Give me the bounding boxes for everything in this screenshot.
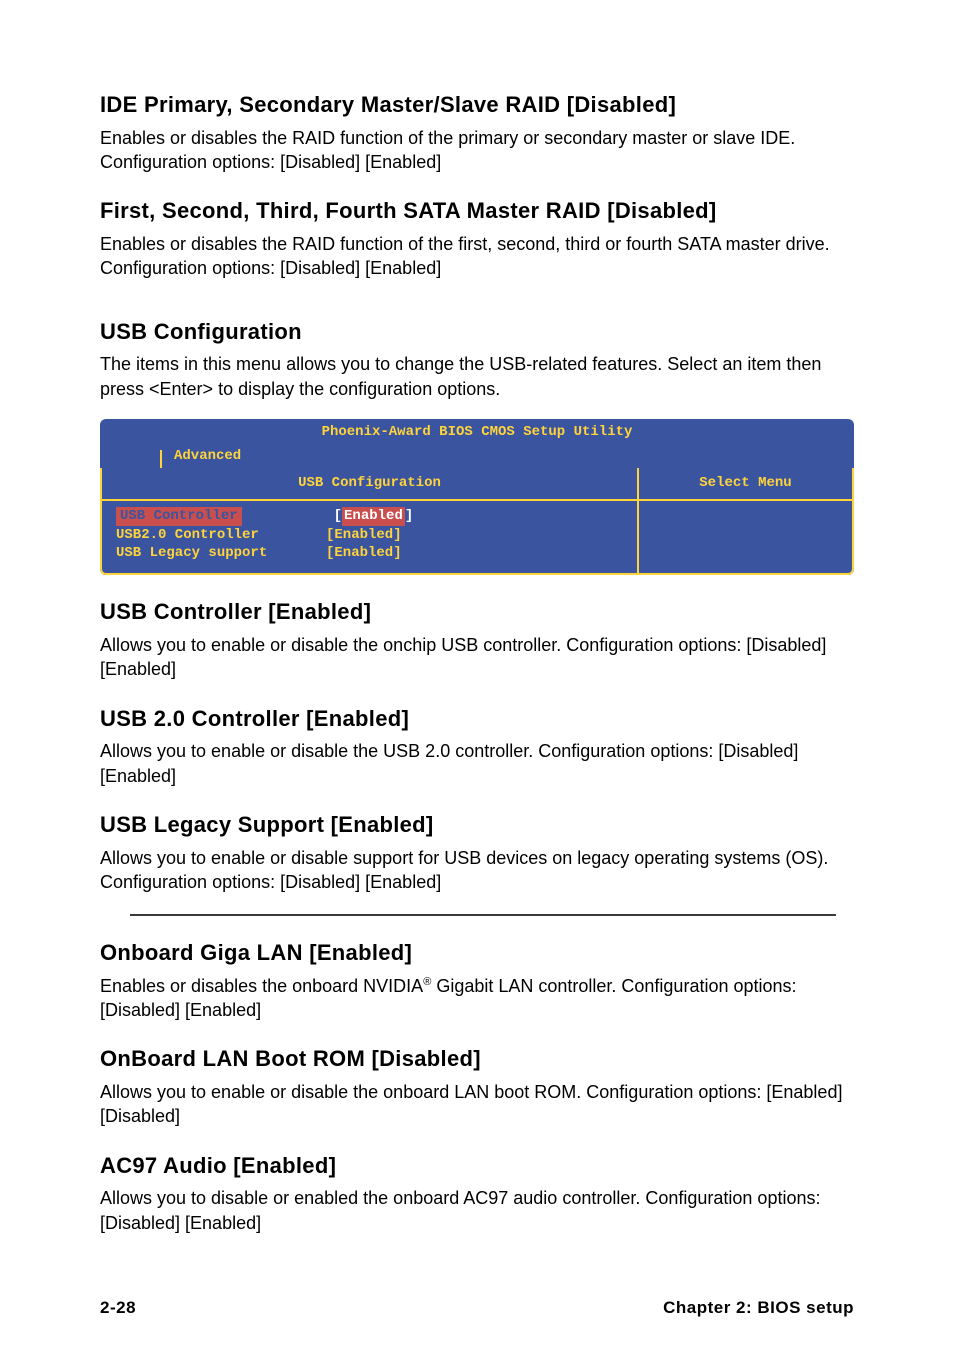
heading-sata-raid: First, Second, Third, Fourth SATA Master… [100,196,854,226]
bios-tab-row: Advanced [100,446,854,468]
bios-row-usb2-controller: USB2.0 Controller [Enabled] [116,526,623,545]
bios-row-label: USB Controller [116,507,242,526]
bios-side-panel: Select Menu Item Specific Help▸▸ [639,468,854,576]
body-usb2-controller: Allows you to enable or disable the USB … [100,739,854,788]
heading-lan-boot: OnBoard LAN Boot ROM [Disabled] [100,1044,854,1074]
heading-usb-legacy: USB Legacy Support [Enabled] [100,810,854,840]
bios-row-value: Enabled [342,507,405,526]
bios-main-title: USB Configuration [102,468,637,501]
page-number: 2-28 [100,1297,136,1320]
bios-main-panel: USB Configuration USB Controller [Enable… [100,468,639,576]
heading-ide-raid: IDE Primary, Secondary Master/Slave RAID… [100,90,854,120]
body-sata-raid: Enables or disables the RAID function of… [100,232,854,281]
body-ac97: Allows you to disable or enabled the onb… [100,1186,854,1235]
heading-usb-controller: USB Controller [Enabled] [100,597,854,627]
body-lan-boot: Allows you to enable or disable the onbo… [100,1080,854,1129]
bios-tab-advanced: Advanced [162,445,253,468]
bios-side-title: Select Menu [639,468,852,501]
bios-row-label: USB2.0 Controller [116,526,326,545]
heading-usb2-controller: USB 2.0 Controller [Enabled] [100,704,854,734]
body-usb-controller: Allows you to enable or disable the onch… [100,633,854,682]
bios-row-value: [Enabled] [326,544,402,563]
heading-giga-lan: Onboard Giga LAN [Enabled] [100,938,854,968]
bios-screenshot: Phoenix-Award BIOS CMOS Setup Utility Ad… [100,419,854,575]
bios-row-label: USB Legacy support [116,544,326,563]
heading-ac97: AC97 Audio [Enabled] [100,1151,854,1181]
page-footer: 2-28 Chapter 2: BIOS setup [100,1297,854,1320]
bios-row-value: [Enabled] [326,526,402,545]
body-ide-raid: Enables or disables the RAID function of… [100,126,854,175]
bios-help-label: Item Specific Help [649,508,800,524]
body-usb-config: The items in this menu allows you to cha… [100,352,854,401]
bios-row-usb-legacy: USB Legacy support [Enabled] [116,544,623,563]
body-usb-legacy: Allows you to enable or disable support … [100,846,854,895]
divider [130,914,836,916]
heading-usb-config: USB Configuration [100,317,854,347]
bios-title: Phoenix-Award BIOS CMOS Setup Utility [100,419,854,446]
chapter-label: Chapter 2: BIOS setup [663,1297,854,1320]
bios-help-arrow-icon: ▸▸ [800,508,814,524]
body-giga-lan-pre: Enables or disables the onboard NVIDIA [100,976,423,996]
bios-row-usb-controller: USB Controller [Enabled] [116,507,623,526]
body-giga-lan: Enables or disables the onboard NVIDIA® … [100,974,854,1023]
